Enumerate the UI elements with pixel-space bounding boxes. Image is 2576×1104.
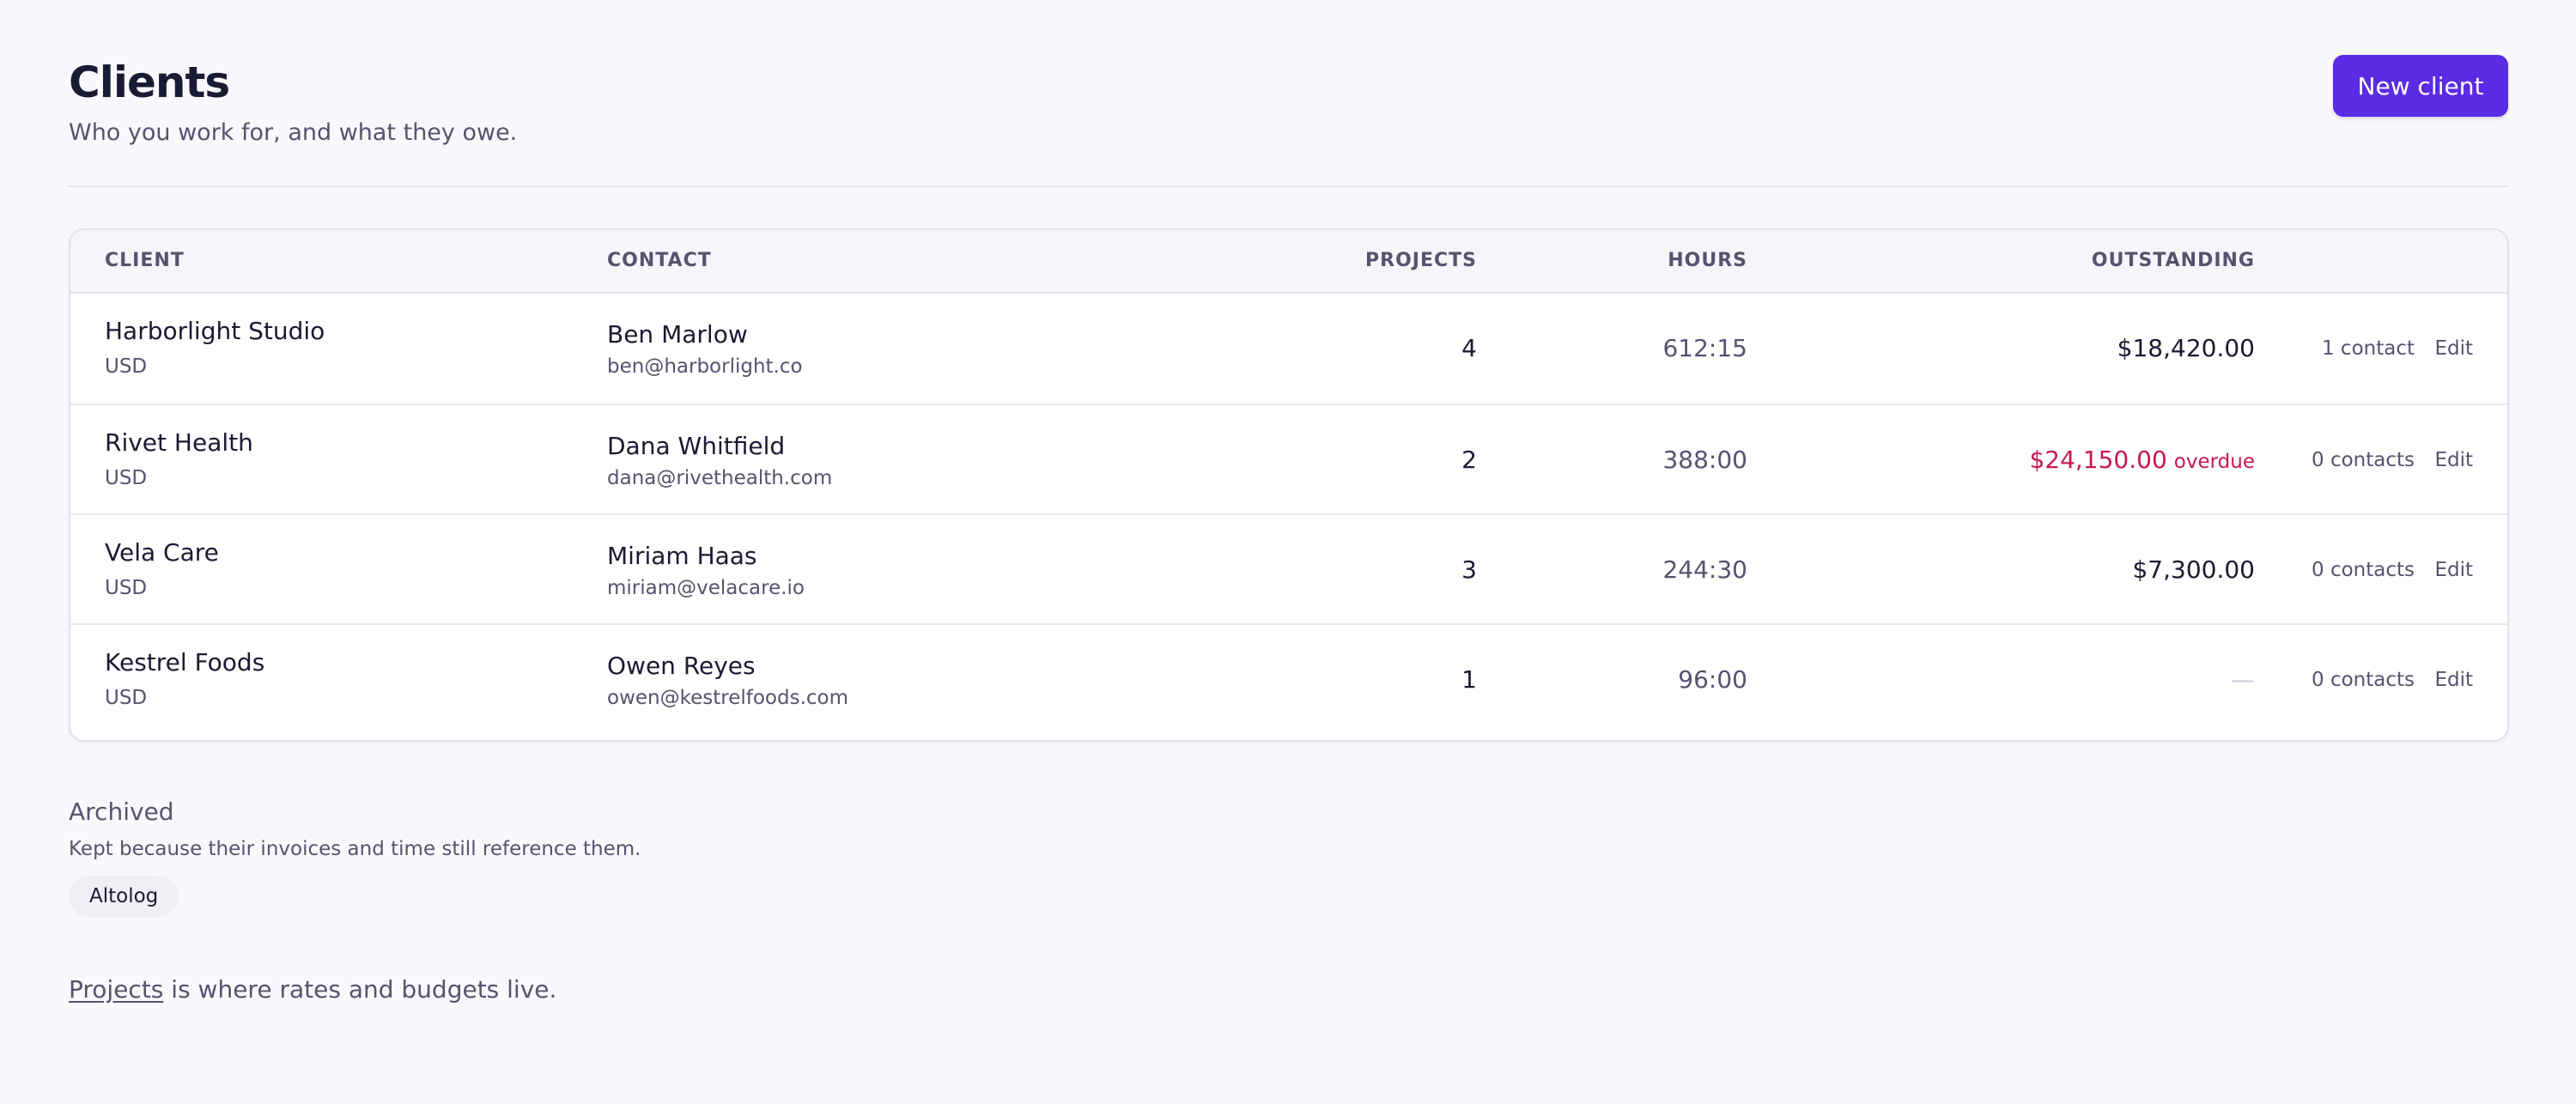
overdue-badge: overdue [2173, 451, 2255, 473]
edit-client-button[interactable]: Edit [2434, 515, 2473, 625]
projects-count: 3 [1461, 555, 1477, 584]
page-title: Clients [69, 58, 230, 107]
footer-text: is where rates and budgets live. [163, 975, 557, 1004]
client-name: Rivet Health [105, 428, 253, 457]
column-header-hours: HOURS [1668, 250, 1747, 271]
hours-total: 612:15 [1662, 334, 1747, 362]
outstanding-amount: $18,420.00 [2117, 334, 2255, 362]
table-row: Vela Care USD Miriam Haas miriam@velacar… [70, 513, 2507, 625]
footer-note: Projects is where rates and budgets live… [69, 974, 556, 1006]
new-client-button[interactable]: New client [2333, 55, 2508, 117]
client-currency: USD [105, 355, 148, 378]
outstanding-amount: $24,150.00 overdue [2029, 405, 2255, 517]
client-currency: USD [105, 577, 148, 599]
column-header-contact: CONTACT [607, 250, 712, 271]
table-header: CLIENT CONTACT PROJECTS HOURS OUTSTANDIN… [70, 230, 2507, 294]
archived-description: Kept because their invoices and time sti… [69, 838, 641, 860]
contacts-count: 0 contacts [2312, 559, 2415, 581]
outstanding-value: $24,150.00 [2029, 446, 2167, 474]
contacts-count: 0 contacts [2312, 669, 2415, 691]
contact-email: dana@rivethealth.com [607, 467, 833, 489]
outstanding-amount: $7,300.00 [2132, 555, 2255, 584]
contacts-count: 1 contact [2321, 337, 2415, 360]
column-header-projects: PROJECTS [1365, 250, 1477, 271]
table-row: Harborlight Studio USD Ben Marlow ben@ha… [70, 294, 2507, 403]
contact-email: miriam@velacare.io [607, 577, 805, 599]
column-header-outstanding: OUTSTANDING [2091, 250, 2255, 271]
contact-email: owen@kestrelfoods.com [607, 687, 849, 709]
client-currency: USD [105, 467, 148, 489]
archived-heading: Archived [69, 798, 174, 826]
header-divider [69, 185, 2507, 187]
archived-client-chip[interactable]: Altolog [69, 876, 179, 917]
contacts-count: 0 contacts [2312, 449, 2415, 471]
edit-client-button[interactable]: Edit [2434, 625, 2473, 735]
outstanding-amount: — [2231, 665, 2255, 694]
projects-count: 2 [1461, 446, 1477, 474]
edit-client-button[interactable]: Edit [2434, 294, 2473, 403]
contact-name: Dana Whitfield [607, 432, 786, 460]
clients-page: Clients Who you work for, and what they … [0, 0, 2576, 1104]
page-subtitle: Who you work for, and what they owe. [69, 119, 518, 146]
contact-email: ben@harborlight.co [607, 355, 803, 378]
client-name: Harborlight Studio [105, 317, 325, 345]
hours-total: 244:30 [1662, 555, 1747, 584]
contact-name: Miriam Haas [607, 542, 757, 570]
projects-count: 4 [1461, 334, 1477, 362]
projects-count: 1 [1461, 665, 1477, 694]
hours-total: 388:00 [1662, 446, 1747, 474]
clients-table: CLIENT CONTACT PROJECTS HOURS OUTSTANDIN… [69, 228, 2509, 742]
hours-total: 96:00 [1678, 665, 1747, 694]
projects-link[interactable]: Projects [69, 975, 163, 1004]
client-currency: USD [105, 687, 148, 709]
column-header-client: CLIENT [105, 250, 185, 271]
edit-client-button[interactable]: Edit [2434, 405, 2473, 515]
contact-name: Owen Reyes [607, 652, 756, 680]
client-name: Vela Care [105, 538, 219, 567]
contact-name: Ben Marlow [607, 320, 748, 349]
table-row: Rivet Health USD Dana Whitfield dana@riv… [70, 403, 2507, 515]
table-row: Kestrel Foods USD Owen Reyes owen@kestre… [70, 623, 2507, 735]
client-name: Kestrel Foods [105, 648, 265, 676]
